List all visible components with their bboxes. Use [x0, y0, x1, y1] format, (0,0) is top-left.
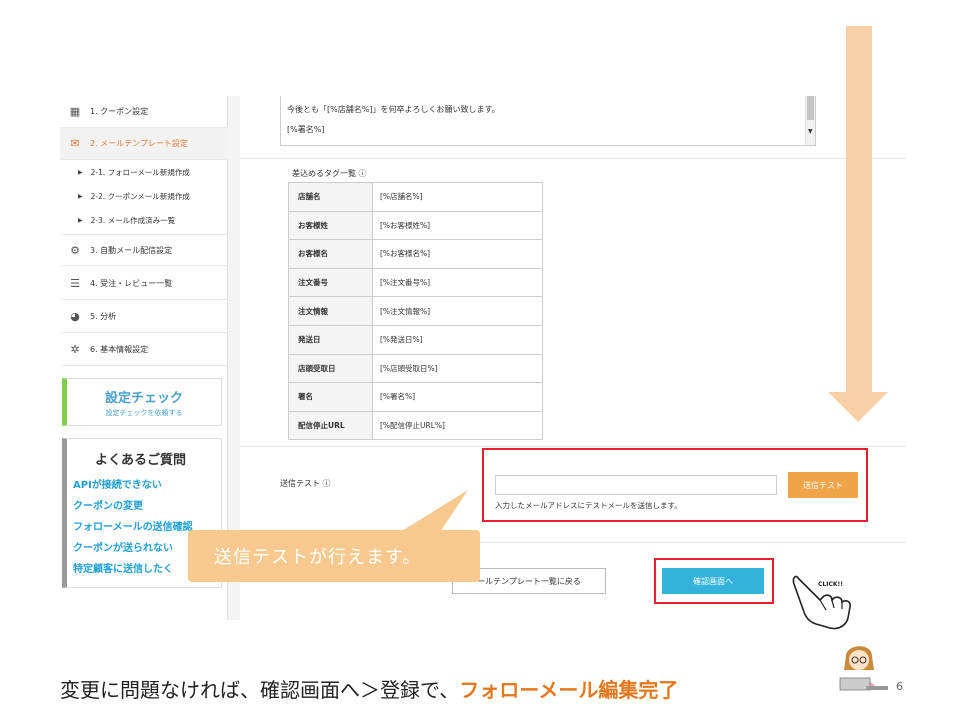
sidebar-item-label: 2. メールテンプレート設定: [90, 139, 188, 148]
table-row: お客様名 [%お客様名%]: [288, 239, 543, 269]
table-row: 署名 [%署名%]: [288, 382, 543, 412]
envelope-icon: ✉: [70, 137, 80, 150]
tag-key: お客様姓: [288, 210, 373, 241]
sidebar-item-auto-mail[interactable]: ⚙ 3. 自動メール配信設定: [60, 234, 228, 266]
click-label: CLICK!!: [818, 581, 843, 588]
settings-check-box[interactable]: 設定チェック 設定チェックを依頼する: [62, 378, 222, 426]
test-email-input[interactable]: [495, 475, 777, 495]
sidebar-item-label: 1. クーポン設定: [90, 107, 149, 116]
faq-title: よくあるご質問: [95, 453, 187, 468]
footer-caption: 変更に問題なければ、確認画面へ＞登録で、フォローメール編集完了: [60, 674, 678, 703]
tag-key: 店頭受取日: [288, 353, 373, 384]
tag-value: [%店舗名%]: [372, 182, 543, 212]
send-test-button[interactable]: 送信テスト: [788, 472, 858, 498]
sidebar-item-orders[interactable]: ☰ 4. 受注・レビュー一覧: [60, 268, 228, 300]
tag-value: [%お客様姓%]: [372, 210, 543, 241]
table-row: 注文情報 [%注文情報%]: [288, 296, 543, 326]
sidebar-item-label: 3. 自動メール配信設定: [90, 245, 173, 255]
scrollbar-thumb[interactable]: [807, 96, 814, 120]
mail-body-line: [%署名%]: [287, 125, 325, 134]
tag-value: [%注文番号%]: [372, 267, 543, 298]
mail-body-textarea[interactable]: 今後とも「[%店舗名%]」を何卒よろしくお願い致します。 [%署名%] ▼: [280, 96, 816, 146]
faq-link[interactable]: クーポンの変更: [73, 497, 221, 512]
page-number: 6: [896, 680, 903, 693]
send-test-label: 送信テスト ⓘ: [280, 479, 331, 488]
sidebar-subitem-follow-new[interactable]: ▶ 2-1. フォローメール新規作成: [60, 160, 228, 184]
tag-key: 発送日: [288, 324, 373, 355]
tag-value: [%配信停止URL%]: [372, 410, 543, 441]
sidebar-subitem-label: 2-1. フォローメール新規作成: [90, 167, 190, 177]
qr-code-icon: ▦: [69, 105, 81, 118]
footer-text: 変更に問題なければ、確認画面へ＞登録で、: [60, 678, 460, 702]
callout-send-test: 送信テストが行えます。: [188, 530, 480, 582]
tag-key: お客様名: [288, 239, 373, 269]
tag-key: 配信停止URL: [288, 410, 373, 441]
triangle-right-icon: ▶: [78, 216, 83, 224]
list-icon: ☰: [70, 277, 80, 290]
footer-highlight: フォローメール編集完了: [459, 678, 679, 702]
sidebar-item-label: 4. 受注・レビュー一覧: [90, 279, 173, 288]
mail-gear-icon: ⚙: [70, 243, 80, 257]
triangle-right-icon: ▶: [78, 192, 83, 200]
tag-value: [%署名%]: [372, 382, 543, 412]
sidebar-item-label: 6. 基本情報設定: [90, 345, 149, 354]
settings-check-subtitle: 設定チェックを依頼する: [105, 409, 183, 417]
divider: [240, 446, 906, 447]
triangle-right-icon: ▶: [78, 168, 83, 176]
tag-value: [%注文情報%]: [372, 296, 543, 326]
sidebar-item-mail-template[interactable]: ✉ 2. メールテンプレート設定: [60, 128, 228, 160]
sidebar-subitem-coupon-new[interactable]: ▶ 2-2. クーポンメール新規作成: [60, 184, 228, 208]
sidebar-item-coupon[interactable]: ▦ 1. クーポン設定: [60, 96, 228, 128]
settings-check-title: 設定チェック: [104, 391, 183, 406]
sidebar-subitem-created-list[interactable]: ▶ 2-3. メール作成済み一覧: [60, 208, 228, 232]
sidebar-item-analysis[interactable]: ◕ 5. 分析: [60, 301, 228, 333]
app-screenshot: ▦ 1. クーポン設定 ✉ 2. メールテンプレート設定 ▶ 2-1. フォロー…: [60, 96, 906, 620]
table-row: 配信停止URL [%配信停止URL%]: [288, 410, 543, 441]
divider: [240, 158, 906, 159]
tag-value: [%店頭受取日%]: [372, 353, 543, 384]
tag-key: 署名: [288, 382, 373, 412]
pointing-hand-icon: CLICK!!: [792, 575, 851, 630]
table-row: 発送日 [%発送日%]: [288, 324, 543, 355]
arrow-down-icon: [828, 26, 888, 422]
tag-list-title: 差込めるタグ一覧 ⓘ: [292, 169, 367, 178]
tag-key: 店舗名: [288, 182, 373, 212]
mail-body-line: 今後とも「[%店舗名%]」を何卒よろしくお願い致します。: [287, 105, 500, 114]
tag-key: 注文番号: [288, 267, 373, 298]
person-laptop-icon: [839, 646, 888, 691]
sidebar-item-label: 5. 分析: [90, 312, 117, 321]
tag-key: 注文情報: [288, 296, 373, 326]
confirm-screen-button[interactable]: 確認画面へ: [662, 568, 764, 594]
tag-table: 店舗名 [%店舗名%] お客様姓 [%お客様姓%] お客様名 [%お客様名%] 注文番…: [288, 182, 543, 441]
table-row: お客様姓 [%お客様姓%]: [288, 210, 543, 241]
tag-value: [%お客様名%]: [372, 239, 543, 269]
faq-link[interactable]: APIが接続できない: [73, 476, 221, 491]
sidebar-subitem-label: 2-3. メール作成済み一覧: [90, 215, 176, 225]
textarea-scrollbar[interactable]: ▼: [805, 96, 815, 145]
table-row: 注文番号 [%注文番号%]: [288, 267, 543, 298]
table-row: 店舗名 [%店舗名%]: [288, 182, 543, 212]
gear-icon: ✲: [70, 343, 80, 356]
tag-value: [%発送日%]: [372, 324, 543, 355]
sidebar-subitem-label: 2-2. クーポンメール新規作成: [90, 191, 190, 201]
send-test-note: 入力したメールアドレスにテストメールを送信します。: [495, 501, 682, 510]
table-row: 店頭受取日 [%店頭受取日%]: [288, 353, 543, 384]
scroll-down-icon[interactable]: ▼: [808, 122, 813, 142]
sidebar-item-basic-info[interactable]: ✲ 6. 基本情報設定: [60, 334, 228, 366]
pie-chart-icon: ◕: [70, 310, 80, 323]
